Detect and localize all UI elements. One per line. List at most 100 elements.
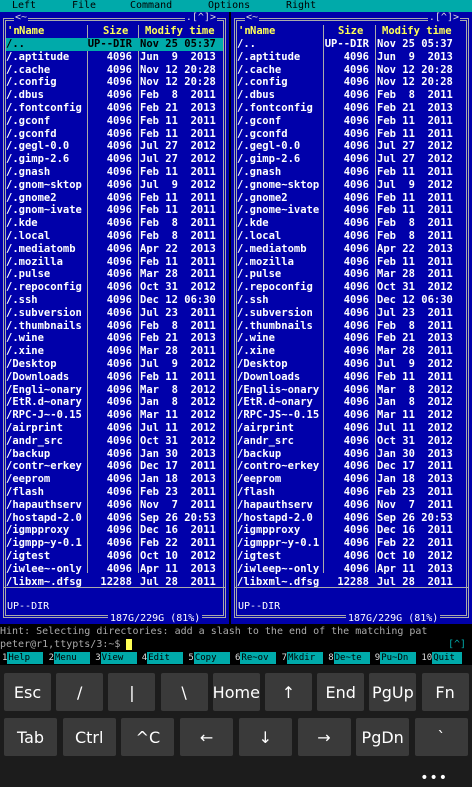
- tab-key[interactable]: Tab: [4, 718, 57, 756]
- file-row[interactable]: /.config 4096 Nov 12 20:28: [237, 76, 466, 89]
- header-time[interactable]: Modify time: [382, 25, 452, 38]
- file-row[interactable]: /.. UP--DIR Nov 25 05:37: [6, 38, 223, 51]
- file-row[interactable]: /backup 4096 Jan 30 2013: [6, 448, 223, 461]
- file-row[interactable]: /.gconf 4096 Feb 11 2011: [6, 115, 223, 128]
- file-row[interactable]: /.xine 4096 Mar 28 2011: [237, 345, 466, 358]
- file-row[interactable]: /backup 4096 Jan 30 2013: [237, 448, 466, 461]
- file-row[interactable]: /eeprom 4096 Jan 18 2013: [6, 473, 223, 486]
- file-row[interactable]: /.dbus 4096 Feb 8 2011: [237, 89, 466, 102]
- file-row[interactable]: /igmpp~y-0.1 4096 Feb 22 2011: [6, 537, 223, 550]
- file-row[interactable]: /.gconfd 4096 Feb 11 2011: [237, 128, 466, 141]
- file-row[interactable]: /.gimp-2.6 4096 Jul 27 2012: [6, 153, 223, 166]
- fkey-5[interactable]: 5Copy: [188, 652, 230, 665]
- file-row[interactable]: /.xine 4096 Mar 28 2011: [6, 345, 223, 358]
- right-panel-nav[interactable]: <~: [245, 12, 260, 24]
- file-row[interactable]: /.mozilla 4096 Feb 11 2011: [6, 256, 223, 269]
- down-arrow-key[interactable]: ↓: [238, 718, 292, 756]
- file-row[interactable]: /.ssh 4096 Dec 12 06:30: [237, 294, 466, 307]
- left-panel[interactable]: <~ .[^]> 'n Name Size Modify time /.. UP--DIR…: [0, 12, 229, 624]
- file-row[interactable]: /.ssh 4096 Dec 12 06:30: [6, 294, 223, 307]
- file-row[interactable]: /.repoconfig 4096 Oct 31 2012: [237, 281, 466, 294]
- menu-options[interactable]: Options: [208, 0, 250, 12]
- file-row[interactable]: /igtest 4096 Oct 10 2012: [6, 550, 223, 563]
- more-options-icon[interactable]: •••: [420, 770, 448, 786]
- file-row[interactable]: /.aptitude 4096 Jun 9 2013: [6, 51, 223, 64]
- file-row[interactable]: /Downloads 4096 Feb 11 2011: [6, 371, 223, 384]
- terminal[interactable]: Left File Command Options Right <~ .[^]>…: [0, 0, 472, 665]
- file-row[interactable]: /.wine 4096 Feb 21 2013: [237, 332, 466, 345]
- file-row[interactable]: /Desktop 4096 Jul 9 2012: [6, 358, 223, 371]
- home-key[interactable]: Home: [213, 673, 260, 711]
- file-row[interactable]: /.config 4096 Nov 12 20:28: [6, 76, 223, 89]
- file-row[interactable]: /.. UP--DIR Nov 25 05:37: [237, 38, 466, 51]
- file-row[interactable]: /.kde 4096 Feb 8 2011: [6, 217, 223, 230]
- file-row[interactable]: /.local 4096 Feb 8 2011: [237, 230, 466, 243]
- file-row[interactable]: /.dbus 4096 Feb 8 2011: [6, 89, 223, 102]
- ctrl-key[interactable]: Ctrl: [62, 718, 116, 756]
- file-row[interactable]: /.gnash 4096 Feb 11 2011: [237, 166, 466, 179]
- file-row[interactable]: /.gnome~ivate 4096 Feb 11 2011: [237, 204, 466, 217]
- file-row[interactable]: /EtR.d~onary 4096 Jan 8 2012: [237, 396, 466, 409]
- file-row[interactable]: /.subversion 4096 Jul 23 2011: [237, 307, 466, 320]
- file-row[interactable]: /.thumbnails 4096 Feb 8 2011: [237, 320, 466, 333]
- file-row[interactable]: /.repoconfig 4096 Oct 31 2012: [6, 281, 223, 294]
- file-row[interactable]: /flash 4096 Feb 23 2011: [237, 486, 466, 499]
- fkey-6[interactable]: 6Re~ov: [235, 652, 277, 665]
- file-row[interactable]: /.fontconfig 4096 Feb 21 2013: [237, 102, 466, 115]
- file-row[interactable]: /.wine 4096 Feb 21 2013: [6, 332, 223, 345]
- file-row[interactable]: /contr~erkey 4096 Dec 17 2011: [6, 460, 223, 473]
- end-key[interactable]: End: [317, 673, 365, 711]
- slash-key[interactable]: /: [56, 673, 104, 711]
- menu-file[interactable]: File: [72, 0, 96, 12]
- file-row[interactable]: /iwleep~-only 4096 Apr 11 2013: [237, 563, 466, 576]
- file-row[interactable]: /Downloads 4096 Feb 11 2011: [237, 371, 466, 384]
- file-row[interactable]: /Desktop 4096 Jul 9 2012: [237, 358, 466, 371]
- backslash-key[interactable]: \: [160, 673, 208, 711]
- file-row[interactable]: /.local 4096 Feb 8 2011: [6, 230, 223, 243]
- file-row[interactable]: /.gnom~sktop 4096 Jul 9 2012: [6, 179, 223, 192]
- up-arrow-key[interactable]: ↑: [265, 673, 312, 711]
- file-row[interactable]: /andr_src 4096 Oct 31 2012: [237, 435, 466, 448]
- pgup-key[interactable]: PgUp: [369, 673, 417, 711]
- fkey-3[interactable]: 3View: [95, 652, 137, 665]
- right-arrow-key[interactable]: →: [297, 718, 351, 756]
- header-name[interactable]: Name: [250, 25, 275, 38]
- file-row[interactable]: /.gnash 4096 Feb 11 2011: [6, 166, 223, 179]
- header-name[interactable]: Name: [19, 25, 44, 38]
- file-row[interactable]: /eeprom 4096 Jan 18 2013: [237, 473, 466, 486]
- fn-key[interactable]: Fn: [421, 673, 469, 711]
- file-row[interactable]: /.mozilla 4096 Feb 11 2011: [237, 256, 466, 269]
- file-row[interactable]: /igmpproxy 4096 Dec 16 2011: [237, 524, 466, 537]
- file-row[interactable]: /.gnom~ivate 4096 Feb 11 2011: [6, 204, 223, 217]
- file-row[interactable]: /hapauthserv 4096 Nov 7 2011: [237, 499, 466, 512]
- file-row[interactable]: /EtR.d~onary 4096 Jan 8 2012: [6, 396, 223, 409]
- file-row[interactable]: /.gnome2 4096 Feb 11 2011: [6, 192, 223, 205]
- file-row[interactable]: /.kde 4096 Feb 8 2011: [237, 217, 466, 230]
- header-size[interactable]: Size: [338, 25, 363, 38]
- file-row[interactable]: /.fontconfig 4096 Feb 21 2013: [6, 102, 223, 115]
- file-row[interactable]: /hostapd-2.0 4096 Sep 26 20:53: [6, 512, 223, 525]
- file-row[interactable]: /.gimp-2.6 4096 Jul 27 2012: [237, 153, 466, 166]
- left-panel-nav[interactable]: <~: [14, 12, 29, 24]
- fkey-4[interactable]: 4Edit: [142, 652, 184, 665]
- menu-left[interactable]: Left: [12, 0, 36, 12]
- header-size[interactable]: Size: [103, 25, 128, 38]
- file-row[interactable]: /RPC-JS~-0.15 4096 Mar 11 2012: [237, 409, 466, 422]
- file-row[interactable]: /RPC-J~-0.15 4096 Mar 11 2012: [6, 409, 223, 422]
- menu-right[interactable]: Right: [286, 0, 316, 12]
- menu-command[interactable]: Command: [130, 0, 172, 12]
- file-row[interactable]: /igmpproxy 4096 Dec 16 2011: [6, 524, 223, 537]
- file-row[interactable]: /Engli~onary 4096 Mar 8 2012: [6, 384, 223, 397]
- file-row[interactable]: /.gnome~sktop 4096 Jul 9 2012: [237, 179, 466, 192]
- fkey-9[interactable]: 9Pu~Dn: [375, 652, 417, 665]
- left-panel-controls[interactable]: .[^]>: [184, 12, 217, 24]
- file-row[interactable]: /.cache 4096 Nov 12 20:28: [6, 64, 223, 77]
- fkey-10[interactable]: 10Quit: [421, 652, 463, 665]
- fkey-1[interactable]: 1Help: [2, 652, 44, 665]
- file-row[interactable]: /igtest 4096 Oct 10 2012: [237, 550, 466, 563]
- file-row[interactable]: /iwlee~-only 4096 Apr 11 2013: [6, 563, 223, 576]
- file-row[interactable]: /.gegl-0.0 4096 Jul 27 2012: [237, 140, 466, 153]
- history-button[interactable]: [^]: [448, 639, 466, 651]
- right-panel[interactable]: <~ .[^]> 'n Name Size Modify time /.. UP--DIR…: [231, 12, 472, 624]
- file-row[interactable]: /.pulse 4096 Mar 28 2011: [237, 268, 466, 281]
